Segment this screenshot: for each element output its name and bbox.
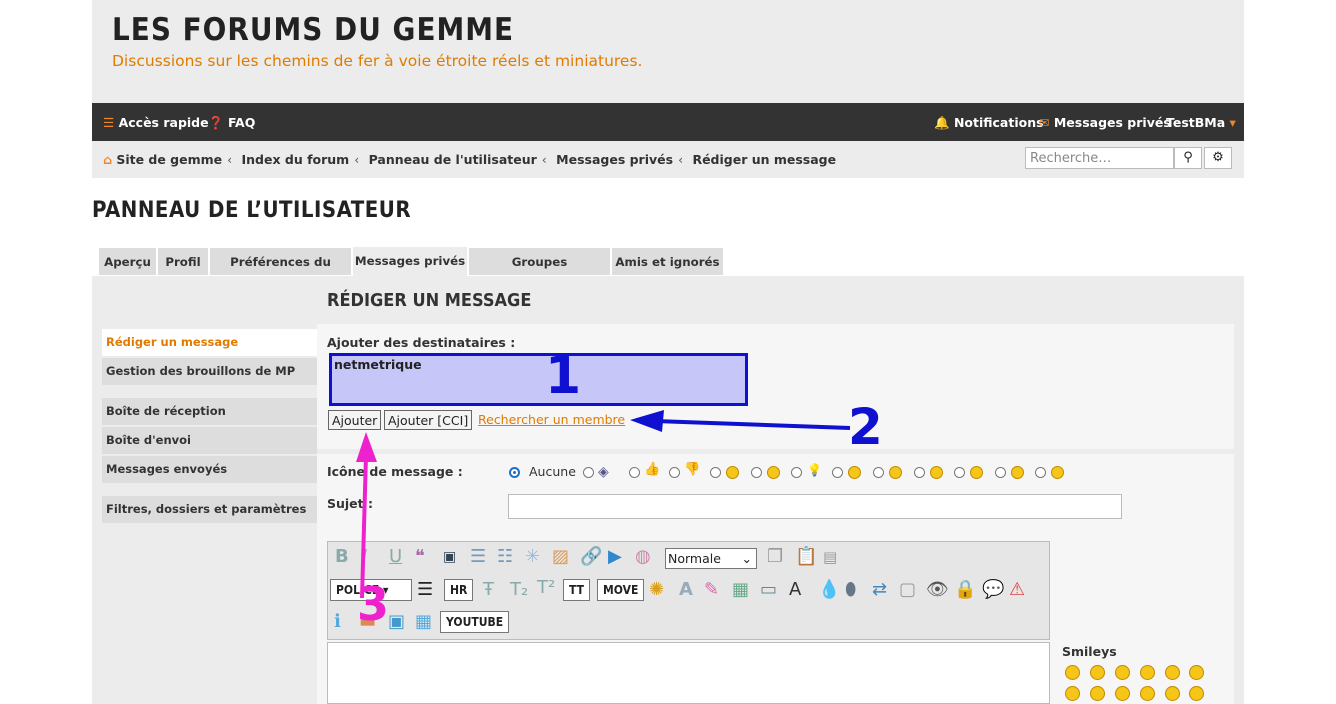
annotation-number-3: 3 bbox=[357, 577, 390, 631]
annotation-number-1: 1 bbox=[545, 346, 582, 406]
annotation-arrow-blue bbox=[654, 419, 851, 430]
annotation-number-2: 2 bbox=[848, 398, 883, 456]
annotation-arrowhead-blue bbox=[630, 410, 664, 432]
annotation-overlay bbox=[356, 410, 851, 599]
annotation-arrowhead-magenta bbox=[356, 432, 377, 462]
